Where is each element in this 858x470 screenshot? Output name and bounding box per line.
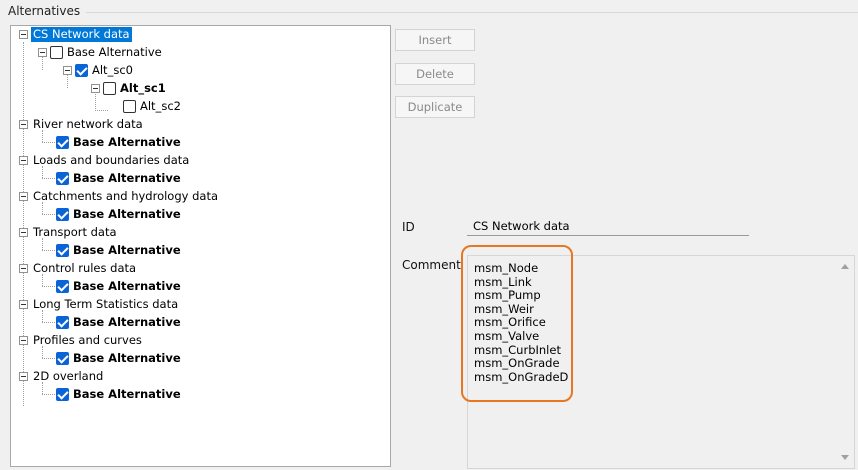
checkbox-checked-icon[interactable] xyxy=(56,352,69,365)
tree-node-label[interactable]: Base Alternative xyxy=(71,387,183,402)
collapse-icon[interactable] xyxy=(19,264,28,273)
tree-node-label[interactable]: River network data xyxy=(31,117,145,132)
checkbox-checked-icon[interactable] xyxy=(56,316,69,329)
tree-line xyxy=(42,250,55,251)
tree-line xyxy=(42,310,43,322)
tree-line xyxy=(42,358,55,359)
tree-node-alt-sc0[interactable]: Alt_sc0 xyxy=(63,62,135,79)
group-divider xyxy=(86,12,858,13)
delete-button[interactable]: Delete xyxy=(395,63,475,85)
collapse-icon[interactable] xyxy=(19,30,28,39)
tree-node-label[interactable]: CS Network data xyxy=(31,27,132,42)
checkbox-checked-icon[interactable] xyxy=(56,208,69,221)
tree-node-label[interactable]: Base Alternative xyxy=(71,279,183,294)
collapse-icon[interactable] xyxy=(19,300,28,309)
tree-node-label[interactable]: Alt_sc0 xyxy=(90,63,135,78)
tree-node-group[interactable]: Transport data xyxy=(19,224,119,241)
tree-node-label[interactable]: Base Alternative xyxy=(71,315,183,330)
checkbox-icon[interactable] xyxy=(50,46,63,59)
checkbox-checked-icon[interactable] xyxy=(56,280,69,293)
collapse-icon[interactable] xyxy=(38,48,47,57)
collapse-icon[interactable] xyxy=(63,66,72,75)
tree-node-label[interactable]: Base Alternative xyxy=(71,243,183,258)
tree-node-label[interactable]: Alt_sc2 xyxy=(138,99,183,114)
alternatives-tree[interactable]: CS Network data Base Alternative Alt_sc0… xyxy=(10,25,391,467)
tree-line xyxy=(42,274,43,286)
tree-node-base-alternative[interactable]: Base Alternative xyxy=(56,350,183,367)
collapse-icon[interactable] xyxy=(19,228,28,237)
tree-node-group[interactable]: Profiles and curves xyxy=(19,332,144,349)
checkbox-icon[interactable] xyxy=(123,100,136,113)
tree-line xyxy=(42,214,55,215)
highlight-annotation xyxy=(461,245,573,402)
tree-node-group[interactable]: River network data xyxy=(19,116,145,133)
tree-node-alt-sc1[interactable]: Alt_sc1 xyxy=(91,80,168,97)
tree-node-group[interactable]: 2D overland xyxy=(19,368,105,385)
tree-line xyxy=(42,142,55,143)
checkbox-checked-icon[interactable] xyxy=(56,136,69,149)
tree-line xyxy=(42,202,43,214)
id-field[interactable]: CS Network data xyxy=(467,214,749,236)
tree-node-base-alternative[interactable]: Base Alternative xyxy=(56,242,183,259)
tree-node-label[interactable]: Long Term Statistics data xyxy=(31,297,180,312)
tree-node-label[interactable]: Base Alternative xyxy=(71,207,183,222)
collapse-icon[interactable] xyxy=(91,84,100,93)
duplicate-button[interactable]: Duplicate xyxy=(395,96,475,118)
tree-line xyxy=(42,178,55,179)
scroll-up-icon[interactable] xyxy=(841,264,849,269)
tree-node-label[interactable]: Base Alternative xyxy=(71,135,183,150)
tree-node-base-alternative[interactable]: Base Alternative xyxy=(56,386,183,403)
tree-node-cs-network[interactable]: CS Network data xyxy=(19,26,132,43)
tree-line xyxy=(95,110,108,111)
group-title: Alternatives xyxy=(8,4,81,18)
tree-node-label[interactable]: Transport data xyxy=(31,225,119,240)
checkbox-checked-icon[interactable] xyxy=(56,388,69,401)
tree-node-base-alternative[interactable]: Base Alternative xyxy=(56,134,183,151)
tree-node-base-alternative[interactable]: Base Alternative xyxy=(56,314,183,331)
tree-line xyxy=(42,130,43,142)
tree-node-group[interactable]: Catchments and hydrology data xyxy=(19,188,220,205)
insert-button[interactable]: Insert xyxy=(395,29,475,51)
tree-node-label[interactable]: Control rules data xyxy=(31,261,138,276)
tree-node-alt-sc2[interactable]: Alt_sc2 xyxy=(123,98,183,115)
comment-scrollbar[interactable] xyxy=(837,256,854,468)
tree-line xyxy=(42,286,55,287)
checkbox-checked-icon[interactable] xyxy=(56,244,69,257)
tree-line xyxy=(42,322,55,323)
tree-node-label[interactable]: Base Alternative xyxy=(65,45,164,60)
tree-node-label[interactable]: Alt_sc1 xyxy=(118,81,168,96)
checkbox-checked-icon[interactable] xyxy=(75,64,88,77)
tree-node-group[interactable]: Control rules data xyxy=(19,260,138,277)
tree-node-group[interactable]: Loads and boundaries data xyxy=(19,152,191,169)
comment-label: Comment xyxy=(402,258,461,272)
collapse-icon[interactable] xyxy=(19,156,28,165)
tree-node-base-alternative[interactable]: Base Alternative xyxy=(56,170,183,187)
tree-line xyxy=(42,346,43,358)
tree-node-label[interactable]: Loads and boundaries data xyxy=(31,153,191,168)
checkbox-icon[interactable] xyxy=(103,82,116,95)
scroll-down-icon[interactable] xyxy=(841,455,849,460)
collapse-icon[interactable] xyxy=(19,120,28,129)
tree-line xyxy=(42,382,43,394)
checkbox-checked-icon[interactable] xyxy=(56,172,69,185)
tree-node-group[interactable]: Long Term Statistics data xyxy=(19,296,180,313)
tree-node-base-alternative[interactable]: Base Alternative xyxy=(56,206,183,223)
tree-node-label[interactable]: Base Alternative xyxy=(71,351,183,366)
collapse-icon[interactable] xyxy=(19,372,28,381)
id-label: ID xyxy=(402,220,415,234)
tree-line xyxy=(42,238,43,250)
collapse-icon[interactable] xyxy=(19,336,28,345)
tree-node-base-alternative[interactable]: Base Alternative xyxy=(56,278,183,295)
tree-node-label[interactable]: Catchments and hydrology data xyxy=(31,189,220,204)
tree-node-base-alternative[interactable]: Base Alternative xyxy=(38,44,164,61)
collapse-icon[interactable] xyxy=(19,192,28,201)
tree-line xyxy=(42,394,55,395)
tree-node-label[interactable]: Profiles and curves xyxy=(31,333,144,348)
tree-node-label[interactable]: Base Alternative xyxy=(71,171,183,186)
tree-line xyxy=(42,166,43,178)
